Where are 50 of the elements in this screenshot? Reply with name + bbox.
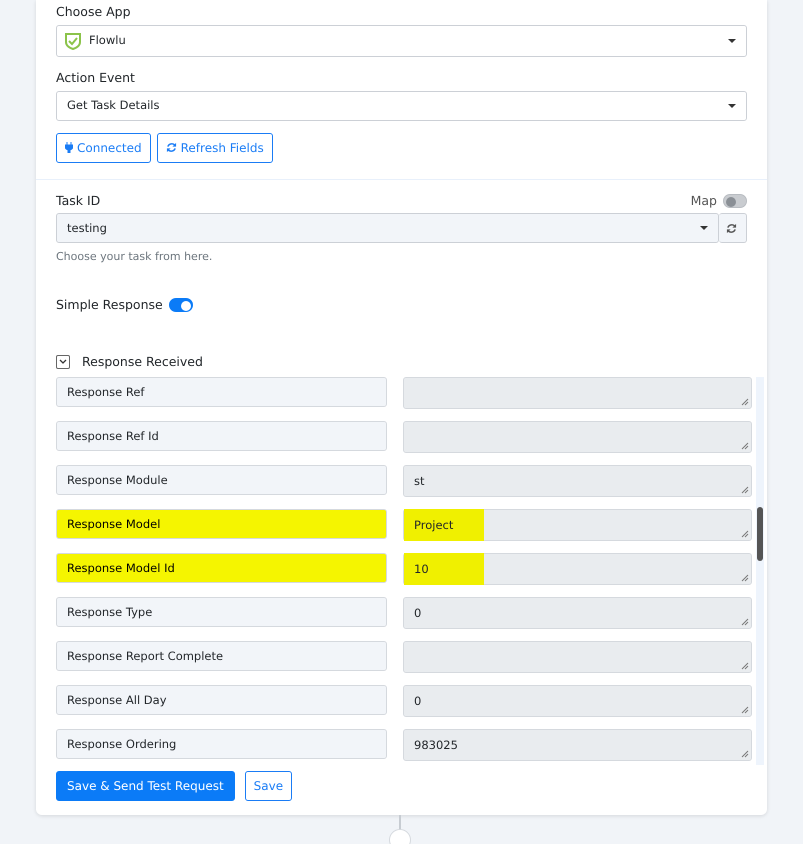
help-text: Choose your task from here. [56, 249, 214, 266]
refresh-icon [166, 142, 177, 153]
chevron-down-icon [59, 358, 67, 365]
dropdown-caret-icon [700, 226, 708, 230]
save-button[interactable]: Save [244, 771, 292, 802]
app-logo-icon [63, 30, 83, 51]
resize-handle-icon[interactable] [741, 442, 749, 450]
response-value-field[interactable]: 0 [403, 597, 752, 630]
response-field-label: Response Ref [56, 377, 387, 408]
response-field-label: Response Type [56, 597, 387, 628]
field-label: Action Event [56, 68, 136, 87]
resize-handle-icon[interactable] [741, 618, 749, 626]
map-label: Map [690, 192, 717, 210]
response-field-label: Response Report Complete [56, 641, 387, 672]
resize-handle-icon[interactable] [741, 706, 749, 714]
task-select[interactable]: testing [56, 213, 719, 244]
field-label: Simple Response [56, 296, 163, 314]
refresh-button[interactable] [719, 213, 747, 244]
map-toggle[interactable] [723, 194, 747, 208]
resize-handle-icon[interactable] [741, 530, 749, 538]
app-select[interactable]: Flowlu [56, 24, 747, 57]
field-label: Choose App [56, 3, 132, 21]
connected-button[interactable]: Connected [56, 132, 151, 162]
dropdown-caret-icon [728, 104, 736, 108]
section-title: Response Received [82, 352, 203, 371]
dropdown-caret-icon [728, 38, 736, 43]
resize-handle-icon[interactable] [741, 574, 749, 582]
response-value-field[interactable]: st [403, 465, 752, 498]
resize-handle-icon[interactable] [741, 662, 749, 670]
response-field-label: Response All Day [56, 685, 387, 716]
action-select[interactable]: Get Task Details [56, 90, 747, 120]
resize-handle-icon[interactable] [741, 486, 749, 494]
response-value-field[interactable]: 983025 [403, 729, 752, 762]
refresh-icon [726, 222, 737, 234]
response-value-field[interactable]: 10 [403, 553, 752, 586]
field-label: Task ID [56, 192, 100, 210]
response-value-field[interactable]: 0 [403, 685, 752, 718]
simple-response-toggle[interactable] [168, 298, 193, 312]
response-field-label: Response Ref Id [56, 421, 387, 452]
response-field-label: Response Module [56, 465, 387, 496]
refresh-fields-button[interactable]: Refresh Fields [156, 132, 273, 162]
response-field-label: Response Ordering [56, 729, 387, 760]
save-and-test-button[interactable]: Save & Send Test Request [56, 771, 235, 802]
response-field-label: Response Model [56, 509, 387, 540]
response-value-field[interactable]: Project [403, 509, 752, 542]
resize-handle-icon[interactable] [741, 750, 749, 758]
plug-icon [65, 142, 73, 153]
response-field-label: Response Model Id [56, 553, 387, 584]
collapse-toggle[interactable] [56, 354, 70, 369]
resize-handle-icon[interactable] [741, 398, 749, 406]
